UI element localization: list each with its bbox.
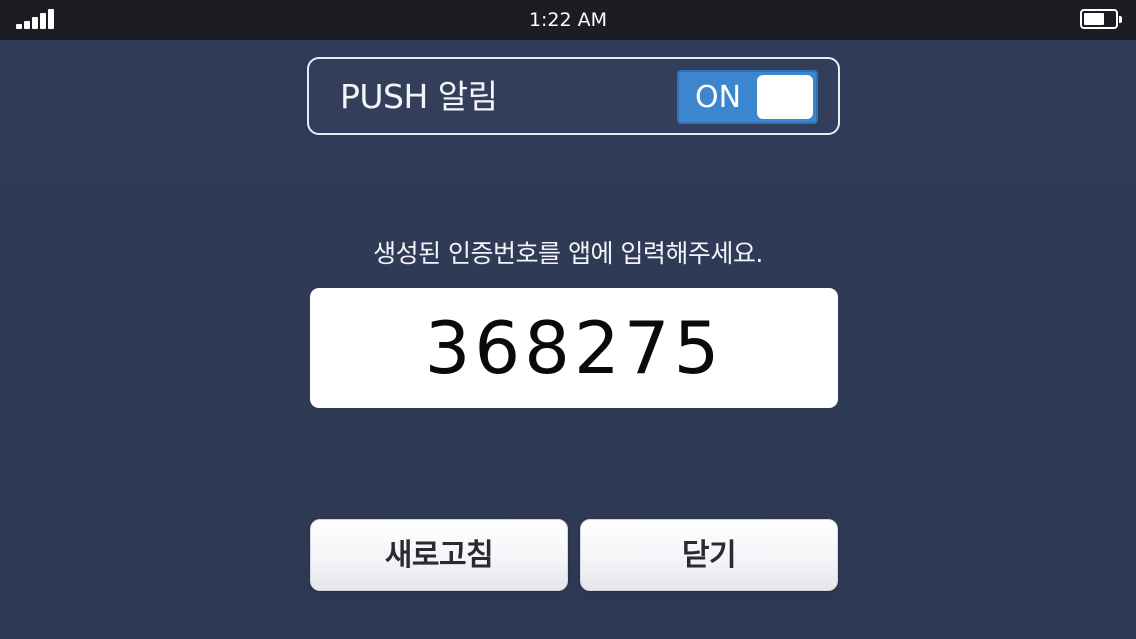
- auth-code-screen: 1:22 AM PUSH 알림 ON 생성된 인증번호를 앱에 입력해주세요. …: [0, 0, 1136, 639]
- status-bar: 1:22 AM: [0, 0, 1136, 40]
- auth-instruction: 생성된 인증번호를 앱에 입력해주세요.: [373, 239, 763, 268]
- refresh-button[interactable]: 새로고침: [310, 519, 568, 591]
- close-button[interactable]: 닫기: [580, 519, 838, 591]
- push-toggle[interactable]: ON: [677, 70, 818, 124]
- push-toggle-state: ON: [695, 80, 742, 115]
- battery-icon: [1080, 9, 1122, 29]
- push-notification-label: PUSH 알림: [340, 77, 498, 116]
- battery-level: [1084, 13, 1104, 25]
- signal-bars-icon: [16, 9, 54, 29]
- toggle-knob: [757, 75, 813, 119]
- auth-code: 368275: [424, 306, 724, 390]
- push-notification-row: PUSH 알림 ON: [307, 57, 840, 135]
- status-time: 1:22 AM: [528, 9, 608, 31]
- close-button-label: 닫기: [681, 538, 737, 573]
- refresh-button-label: 새로고침: [384, 538, 494, 573]
- auth-code-box: 368275: [310, 288, 838, 408]
